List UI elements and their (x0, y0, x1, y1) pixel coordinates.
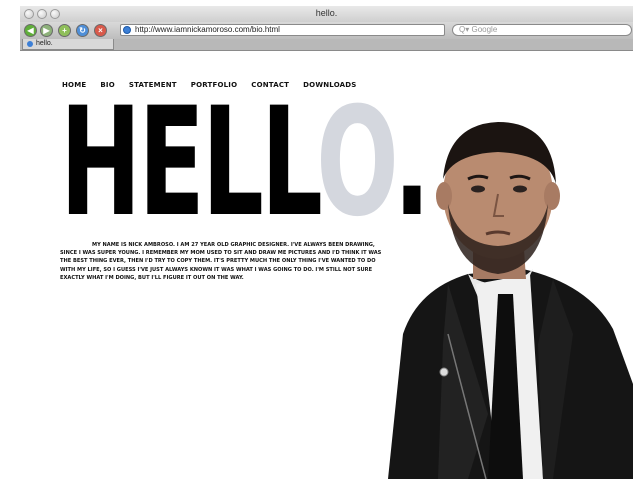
browser-toolbar: ◀ ▶ + ↻ × http://www.iamnickamoroso.com/… (20, 22, 633, 40)
title-bar: hello. (20, 6, 633, 23)
url-text: http://www.iamnickamoroso.com/bio.html (135, 25, 280, 34)
forward-icon[interactable]: ▶ (40, 24, 53, 37)
stop-icon[interactable]: × (94, 24, 107, 37)
site-icon (123, 26, 131, 34)
search-placeholder: Q▾ Google (459, 25, 498, 34)
window-title: hello. (315, 8, 338, 18)
portrait-photo (388, 122, 633, 479)
search-field[interactable]: Q▾ Google (452, 24, 632, 36)
bio-paragraph: MY NAME IS NICK AMBROSO. I AM 27 YEAR OL… (60, 242, 382, 281)
tab-label: hello. (36, 40, 53, 47)
magnifier-icon: Q▾ (459, 25, 470, 34)
browser-window: hello. ◀ ▶ + ↻ × http://www.iamnickamoro… (0, 0, 633, 479)
address-bar[interactable]: http://www.iamnickamoroso.com/bio.html (120, 24, 445, 36)
hero-dark: HELL (60, 76, 319, 250)
add-bookmark-icon[interactable]: + (58, 24, 71, 37)
tab-hello[interactable]: hello. (22, 39, 114, 50)
tab-favicon-icon (27, 41, 33, 47)
reload-icon[interactable]: ↻ (76, 24, 89, 37)
page-content: HOME BIO STATEMENT PORTFOLIO CONTACT DOW… (20, 51, 633, 479)
back-icon[interactable]: ◀ (24, 24, 37, 37)
tab-bar: hello. (20, 39, 633, 51)
